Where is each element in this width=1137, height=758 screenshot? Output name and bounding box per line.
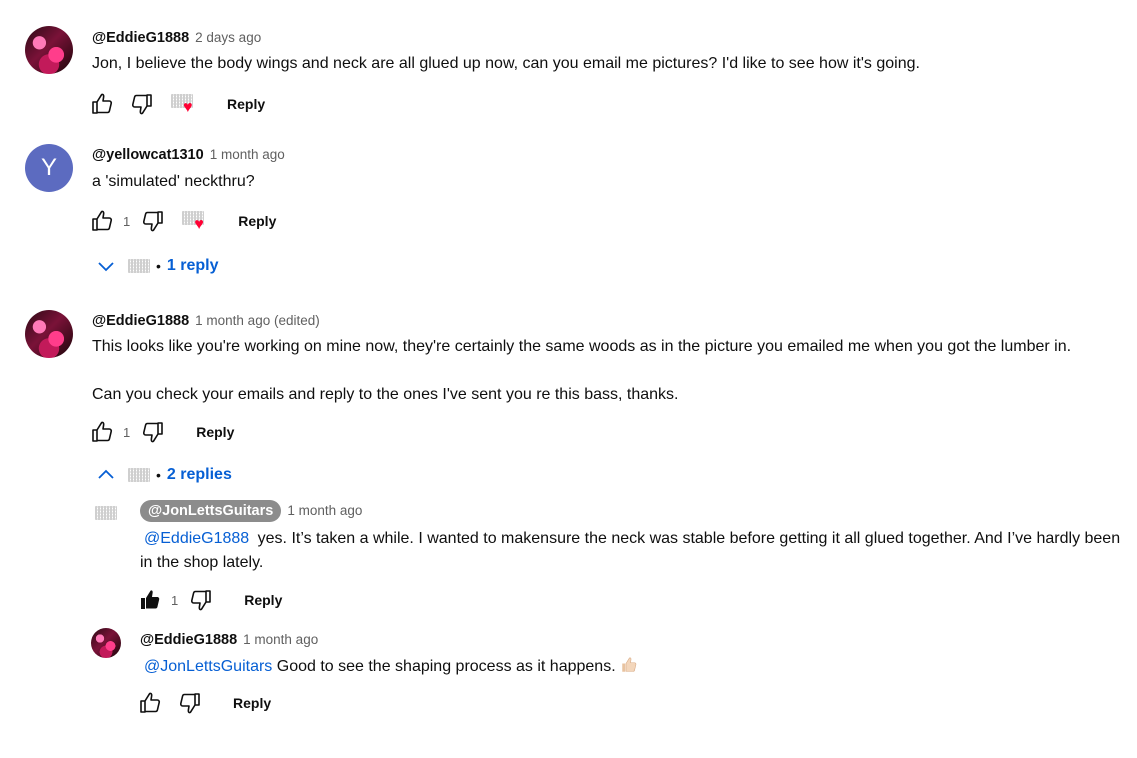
- reply-time[interactable]: 1 month ago: [287, 503, 362, 518]
- reply-button[interactable]: Reply: [233, 695, 271, 711]
- thumbs-down-icon[interactable]: [188, 587, 214, 613]
- reply-time[interactable]: 1 month ago: [243, 632, 318, 647]
- mention-link[interactable]: @EddieG1888: [144, 530, 249, 547]
- comment-text: Can you check your emails and reply to t…: [92, 386, 679, 403]
- like-count: 1: [123, 213, 131, 229]
- hide-replies-toggle[interactable]: • 2 replies: [94, 461, 232, 489]
- comment-author[interactable]: @yellowcat1310: [92, 147, 204, 163]
- channel-avatar-icon: [128, 468, 150, 482]
- comment-text: This looks like you're working on mine n…: [92, 338, 1072, 355]
- thumbs-up-icon[interactable]: [137, 690, 163, 716]
- thumbs-down-icon[interactable]: [140, 208, 166, 234]
- avatar[interactable]: [91, 498, 121, 528]
- comment-time[interactable]: 1 month ago (edited): [195, 313, 320, 328]
- reply-text: @JonLettsGuitars Good to see the shaping…: [140, 655, 1125, 679]
- comment-author[interactable]: @EddieG1888: [92, 30, 189, 46]
- reply-button[interactable]: Reply: [196, 424, 234, 440]
- reply-button[interactable]: Reply: [238, 213, 276, 229]
- comment-time[interactable]: 1 month ago: [210, 147, 285, 162]
- replies-count-link[interactable]: 1 reply: [167, 257, 219, 275]
- chevron-up-icon[interactable]: [94, 463, 118, 487]
- reply-body: Good to see the shaping process as it ha…: [272, 658, 616, 675]
- reply-body: yes. It’s taken a while. I wanted to mak…: [140, 530, 1121, 571]
- show-replies-toggle[interactable]: • 1 reply: [94, 252, 219, 280]
- chevron-down-icon[interactable]: [94, 254, 118, 278]
- like-count: 1: [123, 424, 131, 440]
- avatar-letter: Y: [40, 154, 57, 181]
- thumbs-up-icon[interactable]: [89, 91, 115, 117]
- thumbs-up-icon[interactable]: [89, 419, 115, 445]
- like-count: 1: [171, 592, 179, 608]
- comment-time[interactable]: 2 days ago: [195, 30, 261, 45]
- channel-avatar-icon: [95, 506, 117, 520]
- separator-dot: •: [156, 467, 161, 483]
- channel-avatar-icon: [128, 259, 150, 273]
- creator-heart-badge: ♥: [171, 92, 197, 116]
- avatar[interactable]: Y: [25, 144, 73, 192]
- replies-count-link[interactable]: 2 replies: [167, 466, 232, 484]
- creator-heart-badge: ♥: [182, 209, 208, 233]
- comment-author[interactable]: @EddieG1888: [92, 313, 189, 329]
- thumbs-down-icon[interactable]: [140, 419, 166, 445]
- heart-icon: ♥: [183, 99, 193, 116]
- reply-text: @EddieG1888 yes. It’s taken a while. I w…: [140, 527, 1125, 575]
- reply-button[interactable]: Reply: [244, 592, 282, 608]
- reply-button[interactable]: Reply: [227, 96, 265, 112]
- comment-text: Jon, I believe the body wings and neck a…: [92, 55, 920, 72]
- thumbs-up-filled-icon[interactable]: [137, 587, 163, 613]
- thumbs-down-icon[interactable]: [177, 690, 203, 716]
- separator-dot: •: [156, 258, 161, 274]
- thumbs-down-icon[interactable]: [129, 91, 155, 117]
- comment-text: a 'simulated' neckthru?: [92, 173, 255, 190]
- avatar[interactable]: [25, 310, 73, 358]
- reply-author-creator[interactable]: @JonLettsGuitars: [140, 500, 282, 522]
- avatar[interactable]: [91, 628, 121, 658]
- mention-link[interactable]: @JonLettsGuitars: [144, 658, 272, 675]
- thumbs-up-emoji: [622, 657, 637, 672]
- heart-icon: ♥: [194, 216, 204, 233]
- reply-author[interactable]: @EddieG1888: [140, 632, 237, 648]
- avatar[interactable]: [25, 26, 73, 74]
- thumbs-up-icon[interactable]: [89, 208, 115, 234]
